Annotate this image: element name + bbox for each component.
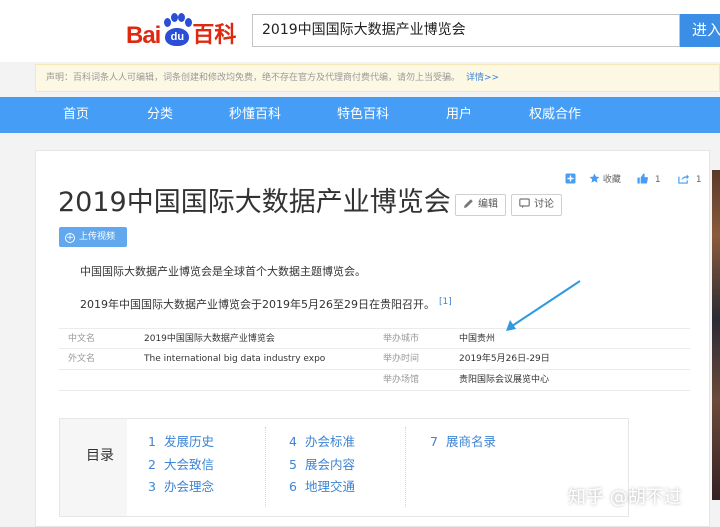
baike-logo[interactable]: Bai du 百科 [126,10,236,50]
toc-item-label: 大会致信 [164,457,215,472]
entry-title: 2019中国国际大数据产业博览会 [58,187,451,218]
logo-text-baike: 百科 [192,23,237,48]
reference-link[interactable]: [1] [439,297,452,307]
toc-title: 目录 [86,448,114,464]
logo-text-bai: Bai [126,22,161,49]
infobox-key-date: 举办时间 [383,354,420,364]
like-button[interactable]: 1 [637,172,661,188]
toc-item-number: 2 [148,457,156,472]
chat-bubble-icon [519,198,530,209]
nav-item-video[interactable]: 秒懂百科 [229,97,281,133]
sidebar-image [712,170,720,500]
edit-button[interactable]: 编辑 [455,194,506,216]
details-link[interactable]: 详情>> [466,73,499,83]
infobox-value-date: 2019年5月26日-29日 [459,354,550,364]
toc-item-number: 1 [148,434,156,449]
search-input[interactable]: 2019中国国际大数据产业博览会 [252,14,680,47]
toc-item[interactable]: 7 展商名录 [430,433,496,451]
infobox-key-chinese-name: 中文名 [68,334,96,344]
discuss-label: 讨论 [534,199,554,210]
disclaimer-text: 声明：百科词条人人可编辑，词条创建和修改均免费，绝不存在官方及代理商付费代编，请… [46,73,461,83]
toc-item-number: 6 [289,479,297,494]
plus-circle-icon: + [65,233,75,243]
paw-icon: du [161,12,193,50]
toc-item-label: 办会理念 [164,479,215,494]
share-icon [678,174,689,184]
toc-item[interactable]: 2 大会致信 [148,456,214,474]
infobox-key-city: 举办城市 [383,334,420,344]
toc-item-label: 展会内容 [305,457,356,472]
infobox: 中文名 2019中国国际大数据产业博览会 举办城市 中国贵州 外文名 The i… [59,328,690,391]
favorite-button[interactable]: 收藏 [589,172,621,188]
share-button[interactable]: 1 [678,172,702,188]
infobox-row: 举办场馆 贵阳国际会议展览中心 [59,370,690,391]
plus-square-icon [565,173,576,184]
toc-item[interactable]: 6 地理交通 [289,478,355,496]
infobox-key-venue: 举办场馆 [383,375,420,385]
toc-item-label: 展商名录 [446,434,497,449]
toc-item-label: 地理交通 [305,479,356,494]
nav-item-home[interactable]: 首页 [63,97,89,133]
upload-video-button[interactable]: + 上传视频 [59,227,127,247]
infobox-value-city: 中国贵州 [459,334,496,344]
nav-item-user[interactable]: 用户 [446,97,472,133]
toc-item-number: 7 [430,434,438,449]
toc-item-number: 4 [289,434,297,449]
nav-item-featured[interactable]: 特色百科 [337,97,389,133]
main-nav: 首页 分类 秒懂百科 特色百科 用户 权威合作 [0,97,720,133]
star-icon [589,173,600,183]
toc-item-number: 5 [289,457,297,472]
nav-item-partner[interactable]: 权威合作 [529,97,581,133]
infobox-key-foreign-name: 外文名 [68,354,96,364]
infobox-value-foreign-name: The international big data industry expo [144,354,326,364]
share-count: 1 [695,175,702,185]
edit-label: 编辑 [478,199,498,210]
discuss-button[interactable]: 讨论 [511,194,562,216]
summary-paragraph-2: 2019年中国国际大数据产业博览会于2019年5月26至29日在贵阳召开。 [1] [80,293,452,314]
like-count: 1 [654,175,661,185]
summary-paragraph-2-text: 2019年中国国际大数据产业博览会于2019年5月26至29日在贵阳召开。 [80,298,435,311]
thumbs-up-icon [637,173,648,184]
toc-divider [405,427,406,507]
upload-video-label: 上传视频 [79,232,116,242]
toc-item[interactable]: 3 办会理念 [148,478,214,496]
zhihu-watermark: 知乎 @胡不过 [568,487,682,508]
toc-item-label: 办会标准 [305,434,356,449]
toc-item-number: 3 [148,479,156,494]
infobox-value-chinese-name: 2019中国国际大数据产业博览会 [144,334,275,344]
toc-divider [265,427,266,507]
nav-item-category[interactable]: 分类 [147,97,173,133]
infobox-value-venue: 贵阳国际会议展览中心 [459,375,550,385]
toc-item-label: 发展历史 [164,434,215,449]
favorite-label: 收藏 [602,175,621,185]
toc-item[interactable]: 5 展会内容 [289,456,355,474]
toc-item[interactable]: 1 发展历史 [148,433,214,451]
summary-paragraph-1: 中国国际大数据产业博览会是全球首个大数据主题博览会。 [80,265,366,278]
toc-header [60,419,127,516]
logo-text-du: du [165,28,190,46]
toc-item[interactable]: 4 办会标准 [289,433,355,451]
infobox-row: 中文名 2019中国国际大数据产业博览会 举办城市 中国贵州 [59,328,690,349]
enter-entry-button[interactable]: 进入 [680,14,720,47]
add-button[interactable] [565,172,576,188]
pencil-icon [464,199,473,208]
infobox-row: 外文名 The international big data industry … [59,349,690,370]
disclaimer-banner: 声明：百科词条人人可编辑，词条创建和修改均免费，绝不存在官方及代理商付费代编，请… [35,64,720,92]
